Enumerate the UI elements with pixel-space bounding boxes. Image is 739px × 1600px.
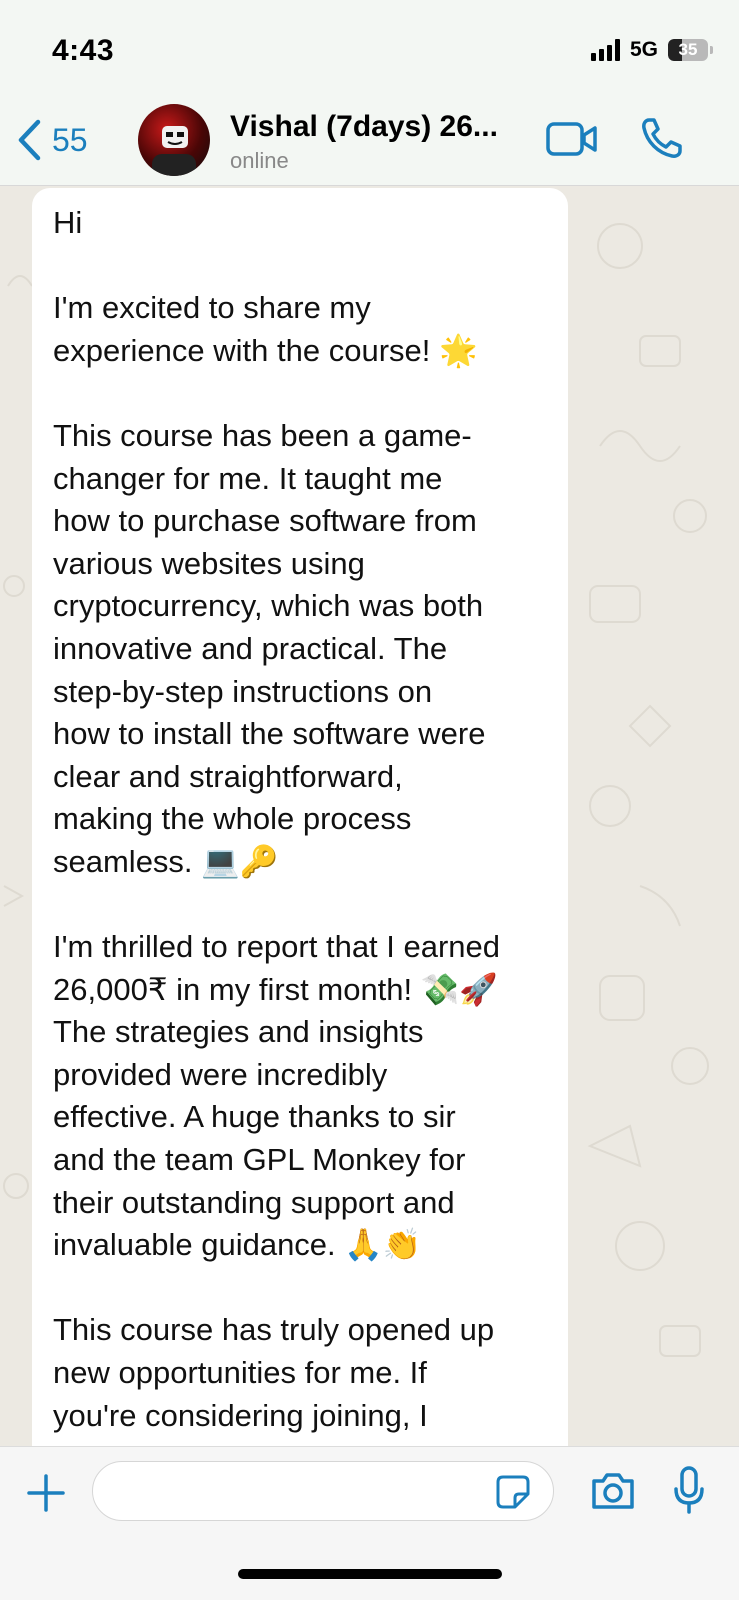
avatar[interactable] bbox=[138, 104, 210, 176]
sticker-icon[interactable] bbox=[495, 1474, 531, 1510]
battery-level: 35 bbox=[678, 40, 698, 59]
message-text: Hi I'm excited to share my experience wi… bbox=[53, 205, 501, 1433]
back-button[interactable]: 55 bbox=[16, 118, 88, 162]
home-indicator[interactable] bbox=[238, 1569, 502, 1579]
phone-call-icon[interactable] bbox=[640, 116, 684, 160]
battery-nub bbox=[710, 46, 713, 54]
battery-icon: 35 bbox=[668, 39, 708, 61]
status-indicators: 5G 35 bbox=[590, 38, 713, 62]
message-bubble[interactable]: Hi I'm excited to share my experience wi… bbox=[32, 188, 568, 1588]
plus-icon[interactable] bbox=[26, 1473, 66, 1513]
status-time: 4:43 bbox=[52, 34, 115, 67]
network-type: 5G bbox=[629, 38, 658, 61]
contact-name[interactable]: Vishal (7days) 26... bbox=[230, 110, 520, 144]
message-input[interactable] bbox=[92, 1461, 554, 1521]
signal-strength-icon bbox=[590, 39, 620, 61]
video-call-icon[interactable] bbox=[546, 122, 598, 156]
contact-status: online bbox=[230, 148, 289, 173]
unread-count: 55 bbox=[52, 121, 88, 158]
status-bar: 4:43 5G 35 bbox=[0, 0, 739, 96]
camera-icon[interactable] bbox=[590, 1471, 636, 1511]
avatar-image bbox=[152, 126, 196, 176]
chat-header: 55 Vishal (7days) 26... online bbox=[0, 96, 739, 186]
chevron-left-icon bbox=[18, 119, 41, 161]
microphone-icon[interactable] bbox=[672, 1465, 706, 1515]
